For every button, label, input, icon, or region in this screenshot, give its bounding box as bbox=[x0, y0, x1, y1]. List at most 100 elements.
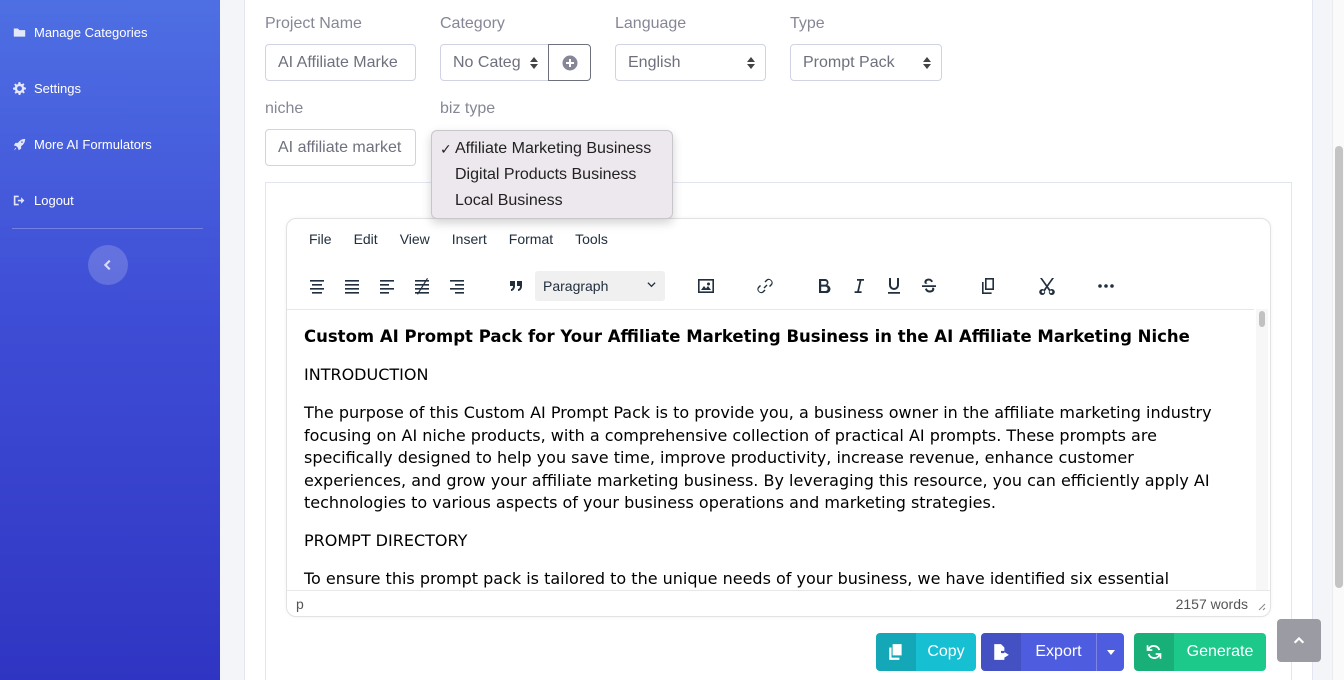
type-select-value: Prompt Pack bbox=[803, 53, 895, 71]
export-button[interactable]: Export bbox=[981, 633, 1124, 671]
sidebar-item-settings[interactable]: Settings bbox=[12, 76, 81, 100]
resize-handle-icon[interactable] bbox=[1256, 601, 1266, 611]
checkmark-icon: ✓ bbox=[440, 140, 452, 157]
underline-button[interactable] bbox=[879, 271, 909, 301]
editor-content[interactable]: Custom AI Prompt Pack for Your Affiliate… bbox=[287, 309, 1254, 591]
language-select-value: English bbox=[628, 53, 681, 71]
block-format-select[interactable]: Paragraph bbox=[535, 271, 665, 301]
biz-type-option[interactable]: Digital Products Business bbox=[432, 162, 672, 188]
image-icon bbox=[698, 279, 714, 293]
sidebar-item-label: More AI Formulators bbox=[34, 136, 152, 152]
paragraph: To ensure this prompt pack is tailored t… bbox=[304, 569, 1170, 588]
export-dropdown-toggle[interactable] bbox=[1096, 633, 1124, 671]
insert-image-button[interactable] bbox=[691, 271, 721, 301]
paragraph: The purpose of this Custom AI Prompt Pac… bbox=[304, 403, 1212, 512]
language-select[interactable]: English bbox=[615, 44, 766, 81]
align-none-icon bbox=[415, 278, 429, 295]
file-export-icon bbox=[981, 633, 1021, 671]
sidebar-item-logout[interactable]: Logout bbox=[12, 188, 74, 212]
editor-toolbar: Paragraph bbox=[287, 267, 1270, 305]
scroll-to-top-button[interactable] bbox=[1277, 619, 1321, 662]
blockquote-button[interactable] bbox=[501, 271, 531, 301]
copy-button-label: Copy bbox=[927, 643, 965, 660]
copy-icon bbox=[982, 278, 994, 294]
menu-file[interactable]: File bbox=[309, 231, 332, 255]
align-none-button[interactable] bbox=[407, 271, 437, 301]
scrollbar-thumb[interactable] bbox=[1335, 146, 1343, 588]
gear-icon bbox=[12, 81, 26, 95]
editor-menubar: File Edit View Insert Format Tools bbox=[287, 231, 608, 255]
paragraph: PROMPT DIRECTORY bbox=[304, 531, 468, 550]
align-right-button[interactable] bbox=[442, 271, 472, 301]
align-justify-icon bbox=[345, 280, 359, 294]
type-select[interactable]: Prompt Pack bbox=[790, 44, 942, 81]
menu-format[interactable]: Format bbox=[509, 231, 553, 255]
italic-icon bbox=[854, 279, 864, 293]
niche-label: niche bbox=[265, 100, 304, 117]
bold-button[interactable] bbox=[809, 271, 839, 301]
align-right-icon bbox=[450, 280, 464, 294]
language-label: Language bbox=[615, 15, 687, 32]
sidebar-item-label: Logout bbox=[34, 192, 74, 208]
sidebar-item-label: Settings bbox=[34, 80, 81, 96]
select-arrows-icon bbox=[747, 57, 755, 69]
rocket-icon bbox=[12, 137, 26, 151]
biz-type-option-label: Digital Products Business bbox=[455, 166, 637, 183]
insert-link-button[interactable] bbox=[750, 271, 780, 301]
biz-type-option-label: Local Business bbox=[455, 192, 563, 209]
copy-icon bbox=[876, 633, 916, 671]
blockquote-icon bbox=[510, 281, 522, 291]
export-button-label: Export bbox=[1035, 643, 1082, 660]
category-select[interactable]: No Categ bbox=[440, 44, 549, 81]
scissors-icon bbox=[1039, 278, 1055, 296]
sidebar-toggle-button[interactable] bbox=[88, 245, 128, 285]
menu-insert[interactable]: Insert bbox=[452, 231, 487, 255]
sidebar-item-label: Manage Categories bbox=[34, 24, 148, 40]
cut-button[interactable] bbox=[1032, 271, 1062, 301]
document-heading: Custom AI Prompt Pack for Your Affiliate… bbox=[304, 327, 1190, 346]
plus-circle-icon bbox=[562, 55, 577, 70]
chevron-left-icon bbox=[103, 259, 111, 271]
chevron-up-icon bbox=[1293, 636, 1305, 644]
align-left-button[interactable] bbox=[372, 271, 402, 301]
more-button[interactable] bbox=[1091, 271, 1121, 301]
menu-tools[interactable]: Tools bbox=[575, 231, 608, 255]
editor-scrollbar[interactable] bbox=[1256, 309, 1268, 591]
align-center-icon bbox=[310, 280, 324, 294]
align-justify-button[interactable] bbox=[337, 271, 367, 301]
biz-type-option[interactable]: ✓ Affiliate Marketing Business bbox=[432, 136, 672, 162]
sign-out-icon bbox=[12, 193, 26, 207]
page-scrollbar[interactable] bbox=[1332, 0, 1344, 680]
sidebar: Manage Categories Settings More AI Formu… bbox=[0, 0, 220, 680]
align-center-button[interactable] bbox=[302, 271, 332, 301]
biz-type-option[interactable]: Local Business bbox=[432, 188, 672, 214]
scrollbar-thumb[interactable] bbox=[1259, 311, 1265, 327]
align-left-icon bbox=[380, 280, 394, 294]
project-name-label: Project Name bbox=[265, 15, 362, 32]
word-count[interactable]: 2157 words bbox=[1176, 596, 1248, 612]
strikethrough-button[interactable] bbox=[914, 271, 944, 301]
sidebar-item-more-ai-formulators[interactable]: More AI Formulators bbox=[12, 132, 152, 156]
more-horizontal-icon bbox=[1098, 284, 1114, 288]
type-label: Type bbox=[790, 15, 825, 32]
menu-view[interactable]: View bbox=[400, 231, 430, 255]
select-arrows-icon bbox=[923, 57, 931, 69]
link-icon bbox=[757, 278, 773, 294]
folder-icon bbox=[12, 25, 26, 39]
rich-text-editor: File Edit View Insert Format Tools Parag… bbox=[286, 218, 1271, 617]
block-format-value: Paragraph bbox=[543, 278, 609, 294]
sidebar-item-manage-categories[interactable]: Manage Categories bbox=[12, 20, 147, 44]
sidebar-divider bbox=[12, 228, 203, 229]
add-category-button[interactable] bbox=[548, 44, 591, 81]
element-path[interactable]: p bbox=[296, 596, 304, 612]
category-label: Category bbox=[440, 15, 505, 32]
select-arrows-icon bbox=[530, 57, 538, 69]
copy-button[interactable]: Copy bbox=[876, 633, 976, 671]
menu-edit[interactable]: Edit bbox=[354, 231, 378, 255]
project-name-input[interactable]: AI Affiliate Marke bbox=[265, 44, 416, 81]
italic-button[interactable] bbox=[844, 271, 874, 301]
niche-input[interactable]: AI affiliate market bbox=[265, 129, 416, 166]
generate-button[interactable]: Generate bbox=[1134, 633, 1266, 671]
editor-statusbar: p 2157 words bbox=[287, 590, 1270, 616]
copy-format-button[interactable] bbox=[973, 271, 1003, 301]
